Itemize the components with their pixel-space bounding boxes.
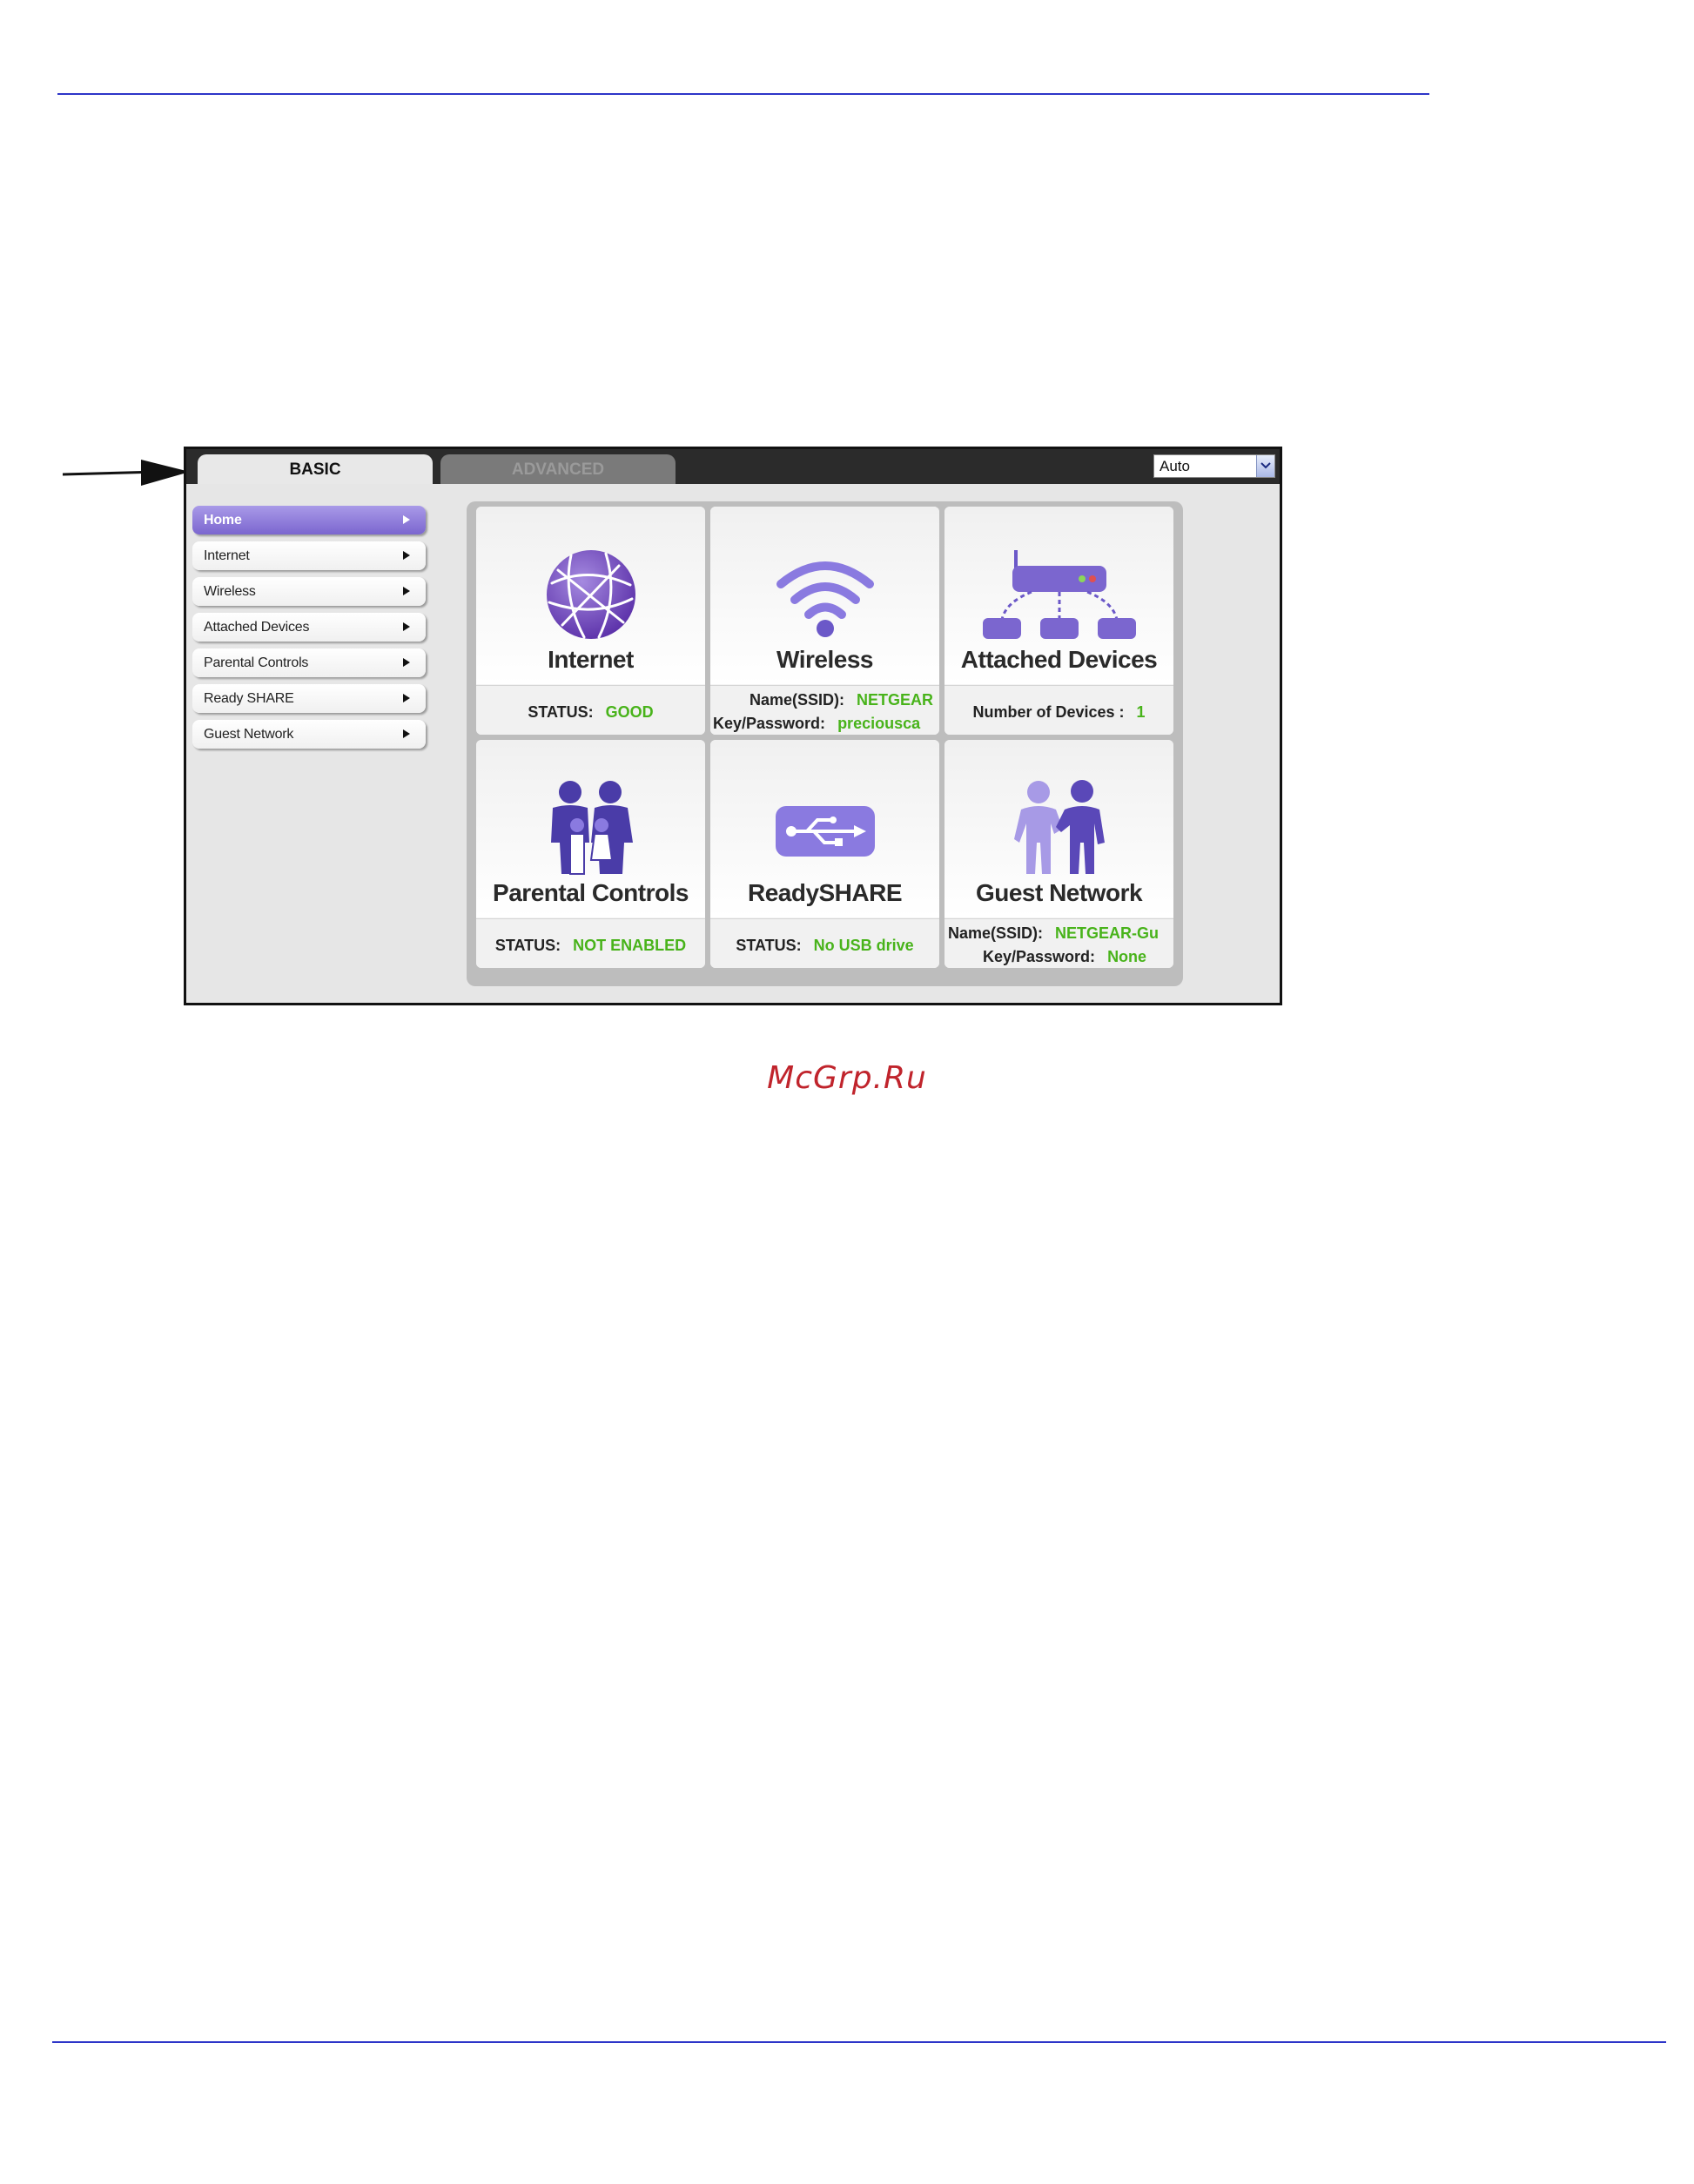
status-line: STATUS: NOT ENABLED [476, 937, 705, 955]
status-value: No USB drive [813, 937, 914, 954]
card-title: Guest Network [975, 879, 1143, 906]
key-line: Key/Password: preciousca [713, 715, 939, 733]
network-devices-icon [983, 550, 1136, 639]
chevron-right-icon [403, 694, 410, 702]
card-title: Parental Controls [493, 879, 689, 906]
sidebar-item-internet[interactable]: Internet [192, 541, 426, 570]
status-line: STATUS: No USB drive [710, 937, 939, 955]
internet-card[interactable]: Internet STATUS: GOOD [476, 507, 705, 735]
sidebar-item-label: Guest Network [204, 727, 294, 742]
ssid-value: NETGEAR-Gu [1055, 924, 1160, 942]
card-header: Parental Controls [476, 740, 705, 917]
ssid-line: Name(SSID): NETGEAR [750, 691, 939, 709]
top-tab-bar: BASIC ADVANCED Auto [186, 449, 1280, 484]
card-status: Number of Devices : 1 [944, 685, 1173, 735]
sidebar-item-parental-controls[interactable]: Parental Controls [192, 648, 426, 677]
callout-arrow-icon [63, 460, 190, 486]
sidebar-item-wireless[interactable]: Wireless [192, 577, 426, 606]
card-title: Attached Devices [960, 646, 1158, 673]
card-title: Internet [548, 646, 634, 673]
device-count-label: Number of Devices : [972, 703, 1125, 721]
sidebar-item-home[interactable]: Home [192, 506, 426, 534]
parental-controls-card[interactable]: Parental Controls STATUS: NOT ENABLED [476, 740, 705, 968]
card-header: Internet [476, 507, 705, 684]
card-header: Wireless [710, 507, 939, 684]
status-label: STATUS: [528, 703, 594, 721]
sidebar-item-label: Home [204, 513, 242, 528]
key-label: Key/Password: [983, 948, 1096, 965]
wifi-icon [776, 561, 874, 637]
sidebar-item-label: Attached Devices [204, 620, 310, 635]
chevron-right-icon [403, 587, 410, 595]
sidebar-item-label: Internet [204, 548, 250, 563]
device-count-value: 1 [1136, 703, 1146, 721]
sidebar-item-attached-devices[interactable]: Attached Devices [192, 613, 426, 642]
card-title: ReadySHARE [747, 879, 903, 906]
handshake-people-icon [1014, 780, 1105, 874]
router-ui-screenshot: BASIC ADVANCED Auto Home Internet Wirele… [184, 447, 1282, 1005]
globe-icon [547, 550, 635, 639]
card-title: Wireless [776, 646, 873, 673]
sidebar-item-label: Ready SHARE [204, 691, 294, 706]
key-line: Key/Password: None [983, 948, 1173, 966]
status-line: STATUS: GOOD [476, 703, 705, 722]
chevron-right-icon [403, 515, 410, 524]
card-status: STATUS: NOT ENABLED [476, 918, 705, 968]
chevron-right-icon [403, 729, 410, 738]
status-value: GOOD [605, 703, 654, 721]
card-status: STATUS: No USB drive [710, 918, 939, 968]
ssid-label: Name(SSID): [750, 691, 845, 709]
tab-advanced[interactable]: ADVANCED [440, 454, 676, 484]
device-count-line: Number of Devices : 1 [944, 703, 1173, 722]
ssid-line: Name(SSID): NETGEAR-Gu [948, 924, 1173, 943]
page-bottom-rule [52, 2041, 1666, 2043]
chevron-right-icon [403, 551, 410, 560]
card-status: Name(SSID): NETGEAR Key/Password: precious… [710, 685, 939, 735]
chevron-down-icon [1260, 462, 1271, 469]
ssid-value: NETGEAR [857, 691, 934, 709]
card-status: Name(SSID): NETGEAR-Gu Key/Password: None [944, 918, 1173, 968]
status-label: STATUS: [736, 937, 802, 954]
dropdown-button[interactable] [1256, 455, 1274, 477]
sidebar-item-guest-network[interactable]: Guest Network [192, 720, 426, 749]
family-icon [551, 781, 633, 875]
sidebar-item-label: Parental Controls [204, 655, 309, 670]
key-value: preciousca [837, 715, 921, 732]
page-top-rule [57, 93, 1429, 95]
key-label: Key/Password: [713, 715, 826, 732]
wireless-card[interactable]: Wireless Name(SSID): NETGEAR Key/Password… [710, 507, 939, 735]
card-header: ReadySHARE [710, 740, 939, 917]
language-select-value: Auto [1160, 458, 1190, 474]
attached-devices-card[interactable]: Attached Devices Number of Devices : 1 [944, 507, 1173, 735]
status-label: STATUS: [494, 937, 561, 954]
language-select[interactable]: Auto [1153, 454, 1275, 478]
sidebar-item-readyshare[interactable]: Ready SHARE [192, 684, 426, 713]
sidebar-menu: Home Internet Wireless Attached Devices … [192, 506, 426, 756]
card-header: Attached Devices [944, 507, 1173, 684]
ssid-label: Name(SSID): [948, 924, 1044, 942]
card-status: STATUS: GOOD [476, 685, 705, 735]
sidebar-item-label: Wireless [204, 584, 256, 599]
guest-network-card[interactable]: Guest Network Name(SSID): NETGEAR-Gu Key/… [944, 740, 1173, 968]
card-header: Guest Network [944, 740, 1173, 917]
usb-icon [776, 806, 875, 857]
tab-basic[interactable]: BASIC [198, 454, 433, 484]
chevron-right-icon [403, 622, 410, 631]
readyshare-card[interactable]: ReadySHARE STATUS: No USB drive [710, 740, 939, 968]
chevron-right-icon [403, 658, 410, 667]
key-value: None [1107, 948, 1147, 965]
dashboard-panel: Internet STATUS: GOOD Wireless Name(SSID… [467, 501, 1183, 986]
watermark-text: McGrp.Ru [767, 1060, 927, 1096]
status-value: NOT ENABLED [573, 937, 687, 954]
